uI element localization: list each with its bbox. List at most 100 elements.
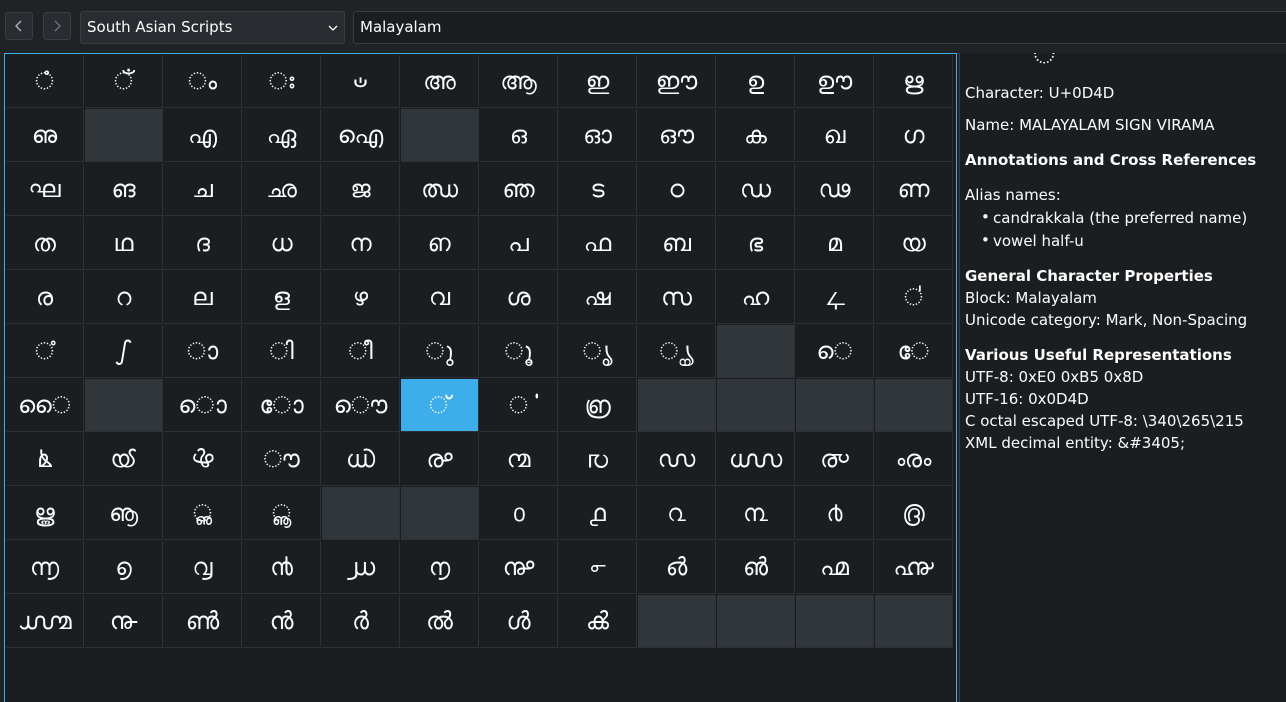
character-cell[interactable]: ൔ [6,433,84,486]
character-cell[interactable]: ഓ [559,109,637,162]
selected-character-cell[interactable]: ് [401,379,479,432]
character-cell[interactable]: യ [875,217,953,270]
character-cell[interactable]: ൶ [796,541,874,594]
character-cell[interactable]: ൳ [559,541,637,594]
character-cell[interactable]: ആ [480,55,558,108]
character-cell[interactable]: ഩ [401,217,479,270]
script-group-combo[interactable]: South Asian Scripts [80,11,345,44]
character-cell[interactable]: ഫ [559,217,637,270]
empty-cell[interactable] [796,595,874,648]
character-cell[interactable]: ൜ [638,433,716,486]
character-cell[interactable]: ഞ [480,163,558,216]
character-cell[interactable]: ഘ [6,163,84,216]
empty-cell[interactable] [85,109,163,162]
character-table[interactable]: ഀഁംഃ ഄ അ ആ ഇ ഈ ഉ ഊ ഋ ഌ എ ഏ ഐ ഒ ഓ ഔ ക ഖ ഗ ഘ ങ ച ഛ ജ ഝ ഞ ട ഠ ഡ ഢ ണ ത ഥ ദ ധ ന ഩ… [4,53,957,702]
character-cell[interactable]: ഒ [480,109,558,162]
character-cell[interactable]: ഽ [85,325,163,378]
character-cell[interactable]: ഢ [796,163,874,216]
character-cell[interactable]: മ [796,217,874,270]
character-cell[interactable]: ൗ [243,433,321,486]
character-cell[interactable]: അ [401,55,479,108]
character-cell[interactable]: റ [85,271,163,324]
character-cell[interactable]: ാ [164,325,242,378]
character-cell[interactable]: ഭ [717,217,795,270]
character-cell[interactable]: ോ [243,379,321,432]
character-cell[interactable]: ഌ [6,109,84,162]
character-cell[interactable]: ൡ [85,487,163,540]
block-search-input[interactable]: Malayalam [353,11,1286,44]
character-cell[interactable]: ൩ [717,487,795,540]
character-cell[interactable]: ൪ [796,487,874,540]
character-cell[interactable]: ൖ [164,433,242,486]
character-cell[interactable]: ൹ [85,595,163,648]
character-cell[interactable]: ഝ [401,163,479,216]
character-cell[interactable]: ഻ [875,271,953,324]
character-cell[interactable]: ഖ [796,109,874,162]
character-cell[interactable]: ഐ [322,109,400,162]
character-cell[interactable]: ച [164,163,242,216]
character-cell[interactable]: ഃ [243,55,321,108]
character-cell[interactable]: ു [401,325,479,378]
character-cell[interactable]: ൎ [480,379,558,432]
character-cell[interactable]: ഄ [322,55,400,108]
character-cell[interactable]: ഹ [717,271,795,324]
character-cell[interactable]: ൲ [480,541,558,594]
character-cell[interactable]: ൘ [322,433,400,486]
character-cell[interactable]: ഉ [717,55,795,108]
character-cell[interactable]: വ [401,271,479,324]
character-cell[interactable]: ഥ [85,217,163,270]
character-cell[interactable]: ഏ [243,109,321,162]
empty-cell[interactable] [717,595,795,648]
character-cell[interactable]: ൟ [875,433,953,486]
character-cell[interactable]: ഔ [638,109,716,162]
character-cell[interactable]: ൢ [164,487,242,540]
character-cell[interactable]: ട [559,163,637,216]
character-cell[interactable]: ള [243,271,321,324]
character-cell[interactable]: ഀ [6,55,84,108]
empty-cell[interactable] [717,325,795,378]
back-button[interactable] [5,12,33,40]
character-cell[interactable]: ൾ [480,595,558,648]
character-cell[interactable]: ജ [322,163,400,216]
character-cell[interactable]: ീ [322,325,400,378]
character-cell[interactable]: ങ [85,163,163,216]
character-cell[interactable]: ൂ [480,325,558,378]
character-cell[interactable]: ൊ [164,379,242,432]
character-cell[interactable]: ൚ [480,433,558,486]
character-cell[interactable]: ൮ [164,541,242,594]
character-cell[interactable]: ഁ [85,55,163,108]
character-cell[interactable]: ബ [638,217,716,270]
empty-cell[interactable] [796,379,874,432]
character-cell[interactable]: ഇ [559,55,637,108]
empty-cell[interactable] [638,595,716,648]
character-cell[interactable]: ൰ [322,541,400,594]
character-cell[interactable]: ി [243,325,321,378]
character-cell[interactable]: ൸ [6,595,84,648]
empty-cell[interactable] [875,379,953,432]
empty-cell[interactable] [322,487,400,540]
character-cell[interactable]: ൝ [717,433,795,486]
character-cell[interactable]: ൛ [559,433,637,486]
character-cell[interactable]: ൙ [401,433,479,486]
character-cell[interactable]: ല [164,271,242,324]
character-cell[interactable]: േ [875,325,953,378]
character-cell[interactable]: ശ [480,271,558,324]
character-cell[interactable]: ൣ [243,487,321,540]
character-cell[interactable]: ര [6,271,84,324]
character-cell[interactable]: ദ [164,217,242,270]
character-cell[interactable]: ൫ [875,487,953,540]
character-cell[interactable]: ൻ [243,595,321,648]
character-cell[interactable]: ഺ [796,271,874,324]
empty-cell[interactable] [638,379,716,432]
character-cell[interactable]: ൕ [85,433,163,486]
character-cell[interactable]: ൈ [6,379,84,432]
character-cell[interactable]: ൵ [717,541,795,594]
forward-button[interactable] [43,12,71,40]
character-cell[interactable]: ത [6,217,84,270]
character-cell[interactable]: ൦ [480,487,558,540]
character-cell[interactable]: ൠ [6,487,84,540]
character-cell[interactable]: ൺ [164,595,242,648]
character-cell[interactable]: ൿ [559,595,637,648]
character-cell[interactable]: െ [796,325,874,378]
character-cell[interactable]: ൧ [559,487,637,540]
